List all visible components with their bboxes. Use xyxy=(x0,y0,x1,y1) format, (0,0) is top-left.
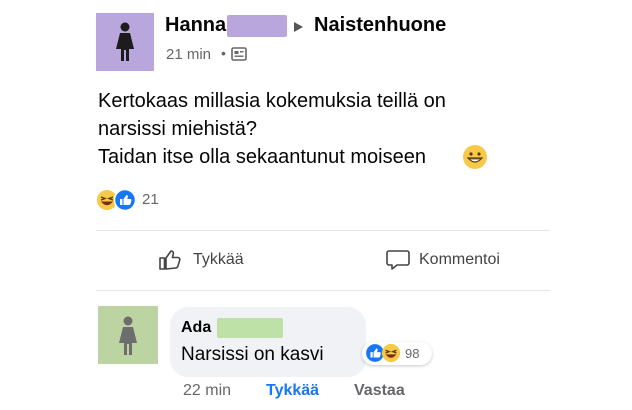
post-body-line-1: Kertokaas millasia kokemuksia teillä on xyxy=(98,90,446,112)
comment-reaction-count: 98 xyxy=(405,346,420,361)
comment-bubble-icon xyxy=(386,250,410,270)
thumbs-up-icon xyxy=(159,250,181,270)
like-button-label: Tykkää xyxy=(193,251,244,268)
comment-text: Narsissi on kasvi xyxy=(181,344,324,365)
post-reaction-count: 21 xyxy=(142,191,159,208)
caret-right-icon xyxy=(294,22,303,32)
comment-reply-button[interactable]: Vastaa xyxy=(354,382,405,400)
group-privacy-icon xyxy=(231,47,247,61)
comment-button[interactable]: Kommentoi xyxy=(383,245,523,277)
comment-author-name[interactable]: Ada xyxy=(181,319,211,337)
comment-like-button[interactable]: Tykkää xyxy=(266,382,319,400)
comment-button-label: Kommentoi xyxy=(419,251,500,268)
meta-separator: • xyxy=(221,45,226,61)
post-body-line-2: narsissi miehistä? xyxy=(98,118,257,140)
post-body-line-3: Taidan itse olla sekaantunut moiseen xyxy=(98,146,426,168)
post-author-avatar[interactable] xyxy=(96,13,154,71)
laughing-emoji-icon xyxy=(381,343,401,363)
person-silhouette-icon xyxy=(119,316,137,355)
comment-timestamp[interactable]: 22 min xyxy=(183,382,231,400)
grinning-emoji-icon xyxy=(463,145,487,169)
post-author-name[interactable]: Hanna xyxy=(165,14,226,37)
comment-author-avatar[interactable] xyxy=(98,306,158,364)
redacted-name-block xyxy=(217,318,283,338)
post-divider-top xyxy=(96,230,550,231)
post-timestamp[interactable]: 21 min xyxy=(166,46,211,63)
group-name[interactable]: Naistenhuone xyxy=(314,14,446,37)
like-button[interactable]: Tykkää xyxy=(155,245,265,277)
post-reactions[interactable]: 21 xyxy=(96,188,176,212)
like-reaction-icon xyxy=(114,189,136,211)
person-silhouette-icon xyxy=(116,22,134,61)
post-divider-bottom xyxy=(96,290,550,291)
comment-reactions[interactable]: 98 xyxy=(362,342,432,365)
redacted-name-block xyxy=(227,15,287,37)
